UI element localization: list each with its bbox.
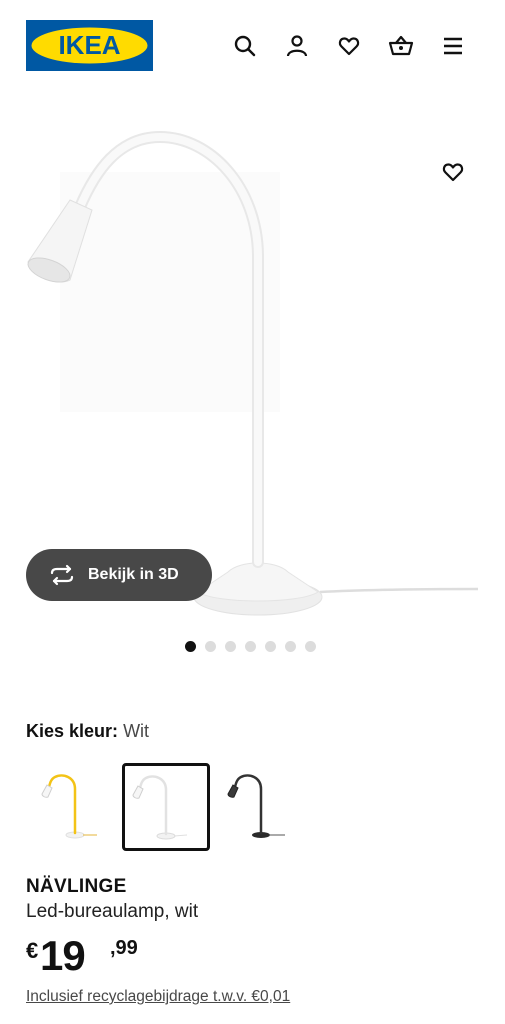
price-currency: € xyxy=(26,938,39,963)
carousel-indicator xyxy=(185,641,316,653)
search-icon[interactable] xyxy=(229,30,261,62)
carousel-dot[interactable] xyxy=(285,641,296,652)
carousel-dot[interactable] xyxy=(205,641,216,652)
color-option-white[interactable] xyxy=(122,763,210,851)
basket-icon[interactable] xyxy=(385,30,417,62)
view-in-3d-label: Bekijk in 3D xyxy=(88,566,179,583)
account-icon[interactable] xyxy=(281,30,313,62)
svg-text:IKEA: IKEA xyxy=(58,30,120,60)
color-option-black[interactable] xyxy=(213,763,301,851)
favourites-icon[interactable] xyxy=(333,30,365,62)
site-header: IKEA xyxy=(0,0,505,92)
color-selection-label: Kies kleur: Wit xyxy=(26,721,149,742)
carousel-dot[interactable] xyxy=(265,641,276,652)
carousel-dot[interactable] xyxy=(225,641,236,652)
view-in-3d-button[interactable]: Bekijk in 3D xyxy=(26,549,212,601)
color-option-yellow[interactable] xyxy=(31,763,119,851)
heart-outline-icon xyxy=(441,160,465,189)
carousel-dot[interactable] xyxy=(245,641,256,652)
menu-icon[interactable] xyxy=(437,30,469,62)
recycle-fee-link[interactable]: Inclusief recyclagebijdrage t.w.v. €0,01 xyxy=(26,988,290,1006)
product-name: NÄVLINGE xyxy=(26,876,127,897)
carousel-dot[interactable] xyxy=(305,641,316,652)
add-to-favourites-button[interactable] xyxy=(436,157,470,191)
product-description: Led-bureaulamp, wit xyxy=(26,901,199,922)
price-decimal: ,99 xyxy=(110,937,138,959)
ikea-logo[interactable]: IKEA xyxy=(26,20,153,71)
color-label: Kies kleur: xyxy=(26,721,119,741)
rotate-3d-icon xyxy=(48,564,76,586)
carousel-dot[interactable] xyxy=(185,641,196,652)
price-integer: 19 xyxy=(40,932,86,979)
color-value: Wit xyxy=(123,721,150,741)
